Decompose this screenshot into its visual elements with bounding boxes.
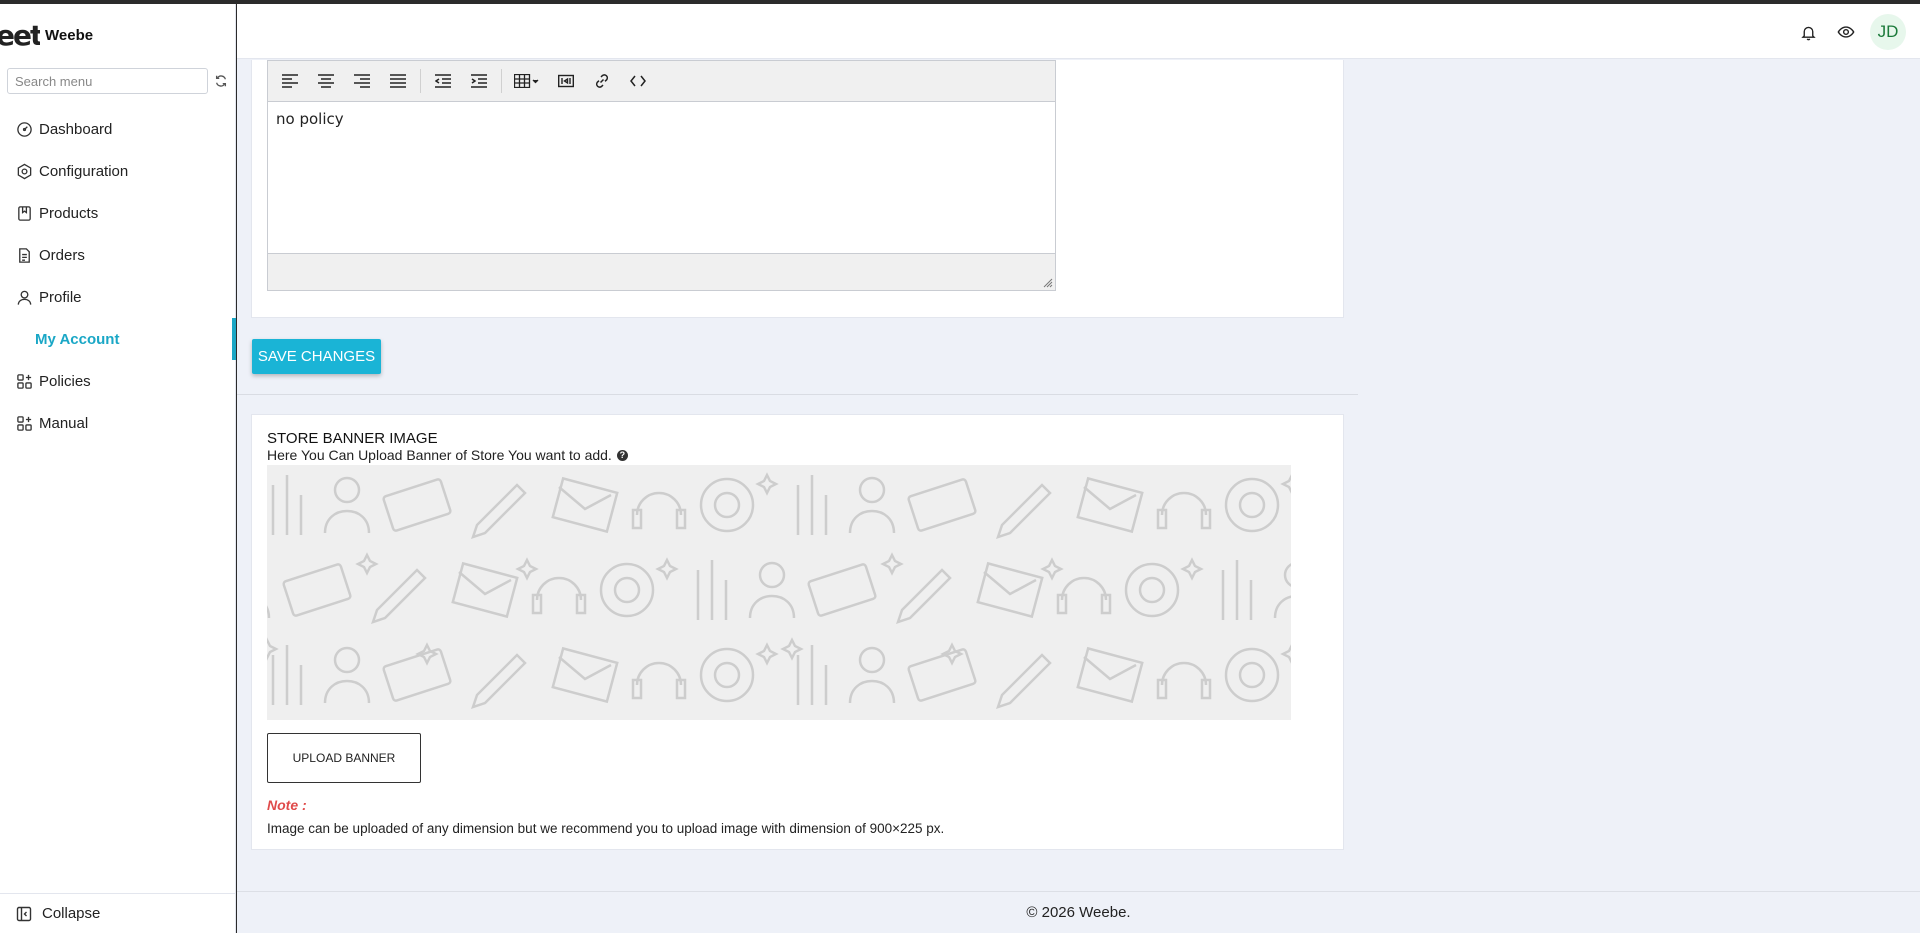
sidebar-item-label: Dashboard <box>39 120 113 138</box>
sidebar-item-manual[interactable]: Manual <box>0 402 236 444</box>
search-bar <box>7 68 229 94</box>
toolbar-divider <box>420 69 421 93</box>
upload-banner-button[interactable]: UPLOAD BANNER <box>267 733 421 783</box>
collapse-label: Collapse <box>42 905 101 922</box>
footer-text: © 2026 Weebe. <box>1026 904 1131 921</box>
banner-subtitle: Here You Can Upload Banner of Store You … <box>267 447 612 463</box>
footer: © 2026 Weebe. <box>237 891 1920 933</box>
align-right-icon[interactable] <box>348 68 376 94</box>
sidebar-item-policies[interactable]: Policies <box>0 360 236 402</box>
bookmark-icon <box>18 205 31 221</box>
sidebar-item-profile[interactable]: Profile <box>0 276 236 318</box>
sidebar-item-label: Orders <box>39 246 85 264</box>
refresh-icon[interactable] <box>214 74 228 88</box>
sidebar-item-orders[interactable]: Orders <box>0 234 236 276</box>
sidebar-item-label: My Account <box>35 330 120 348</box>
note-label: Note : <box>267 797 307 813</box>
sidebar-item-label: Products <box>39 204 99 222</box>
banner-card: STORE BANNER IMAGE Here You Can Upload B… <box>251 414 1344 850</box>
banner-subtitle-row: Here You Can Upload Banner of Store You … <box>267 447 628 463</box>
top-bar: JD <box>237 4 1920 59</box>
note-text: Image can be uploaded of any dimension b… <box>267 821 945 836</box>
help-icon[interactable]: ? <box>616 449 628 461</box>
sidebar-item-configuration[interactable]: Configuration <box>0 150 236 192</box>
grid-plus-icon <box>17 373 32 389</box>
sidebar-item-label: Configuration <box>39 162 129 180</box>
brand-name: Weebe <box>45 26 94 44</box>
table-icon[interactable] <box>510 68 544 94</box>
align-left-icon[interactable] <box>276 68 304 94</box>
settings-icon <box>17 163 32 179</box>
sidebar-item-products[interactable]: Products <box>0 192 236 234</box>
save-changes-button[interactable]: SAVE CHANGES <box>252 339 381 374</box>
avatar[interactable]: JD <box>1870 14 1906 50</box>
grid-plus-icon <box>17 415 32 431</box>
user-icon <box>17 290 32 305</box>
dashboard-icon <box>17 121 32 137</box>
outdent-icon[interactable] <box>429 68 457 94</box>
top-actions: JD <box>1780 14 1906 50</box>
link-icon[interactable] <box>588 68 616 94</box>
align-center-icon[interactable] <box>312 68 340 94</box>
code-icon[interactable] <box>624 68 652 94</box>
sidebar-item-my-account[interactable]: My Account <box>0 318 236 360</box>
collapse-button[interactable]: Collapse <box>0 893 236 933</box>
sidebar-item-dashboard[interactable]: Dashboard <box>0 108 236 150</box>
sidebar-item-label: Manual <box>39 414 89 432</box>
search-input[interactable] <box>7 68 208 94</box>
eye-icon[interactable] <box>1836 22 1856 42</box>
align-justify-icon[interactable] <box>384 68 412 94</box>
brand[interactable]: eet Weebe <box>0 18 94 52</box>
brand-logo: eet <box>0 18 40 52</box>
section-divider <box>237 394 1358 395</box>
editor-toolbar <box>268 61 1055 102</box>
toolbar-divider <box>501 69 502 93</box>
policy-card: no policy <box>251 60 1344 318</box>
editor-statusbar <box>268 253 1055 290</box>
sidebar-nav: Dashboard Configuration Products Orders … <box>0 108 236 444</box>
banner-title: STORE BANNER IMAGE <box>267 430 438 447</box>
sidebar-item-label: Policies <box>39 372 91 390</box>
sidebar-item-label: Profile <box>39 288 82 306</box>
document-icon <box>19 247 30 263</box>
collapse-icon <box>16 906 32 921</box>
sidebar: eet Weebe Dashboard Configuration Produc… <box>0 4 236 933</box>
banner-placeholder-image <box>267 465 1291 720</box>
rich-text-editor: no policy <box>267 60 1056 291</box>
indent-icon[interactable] <box>465 68 493 94</box>
media-icon[interactable] <box>552 68 580 94</box>
bell-icon[interactable] <box>1798 22 1818 42</box>
main-content: JD no policy SAVE CHANGES STORE BANNER I… <box>237 4 1920 933</box>
editor-content[interactable]: no policy <box>268 102 1055 253</box>
resize-handle-icon[interactable] <box>1043 278 1053 288</box>
